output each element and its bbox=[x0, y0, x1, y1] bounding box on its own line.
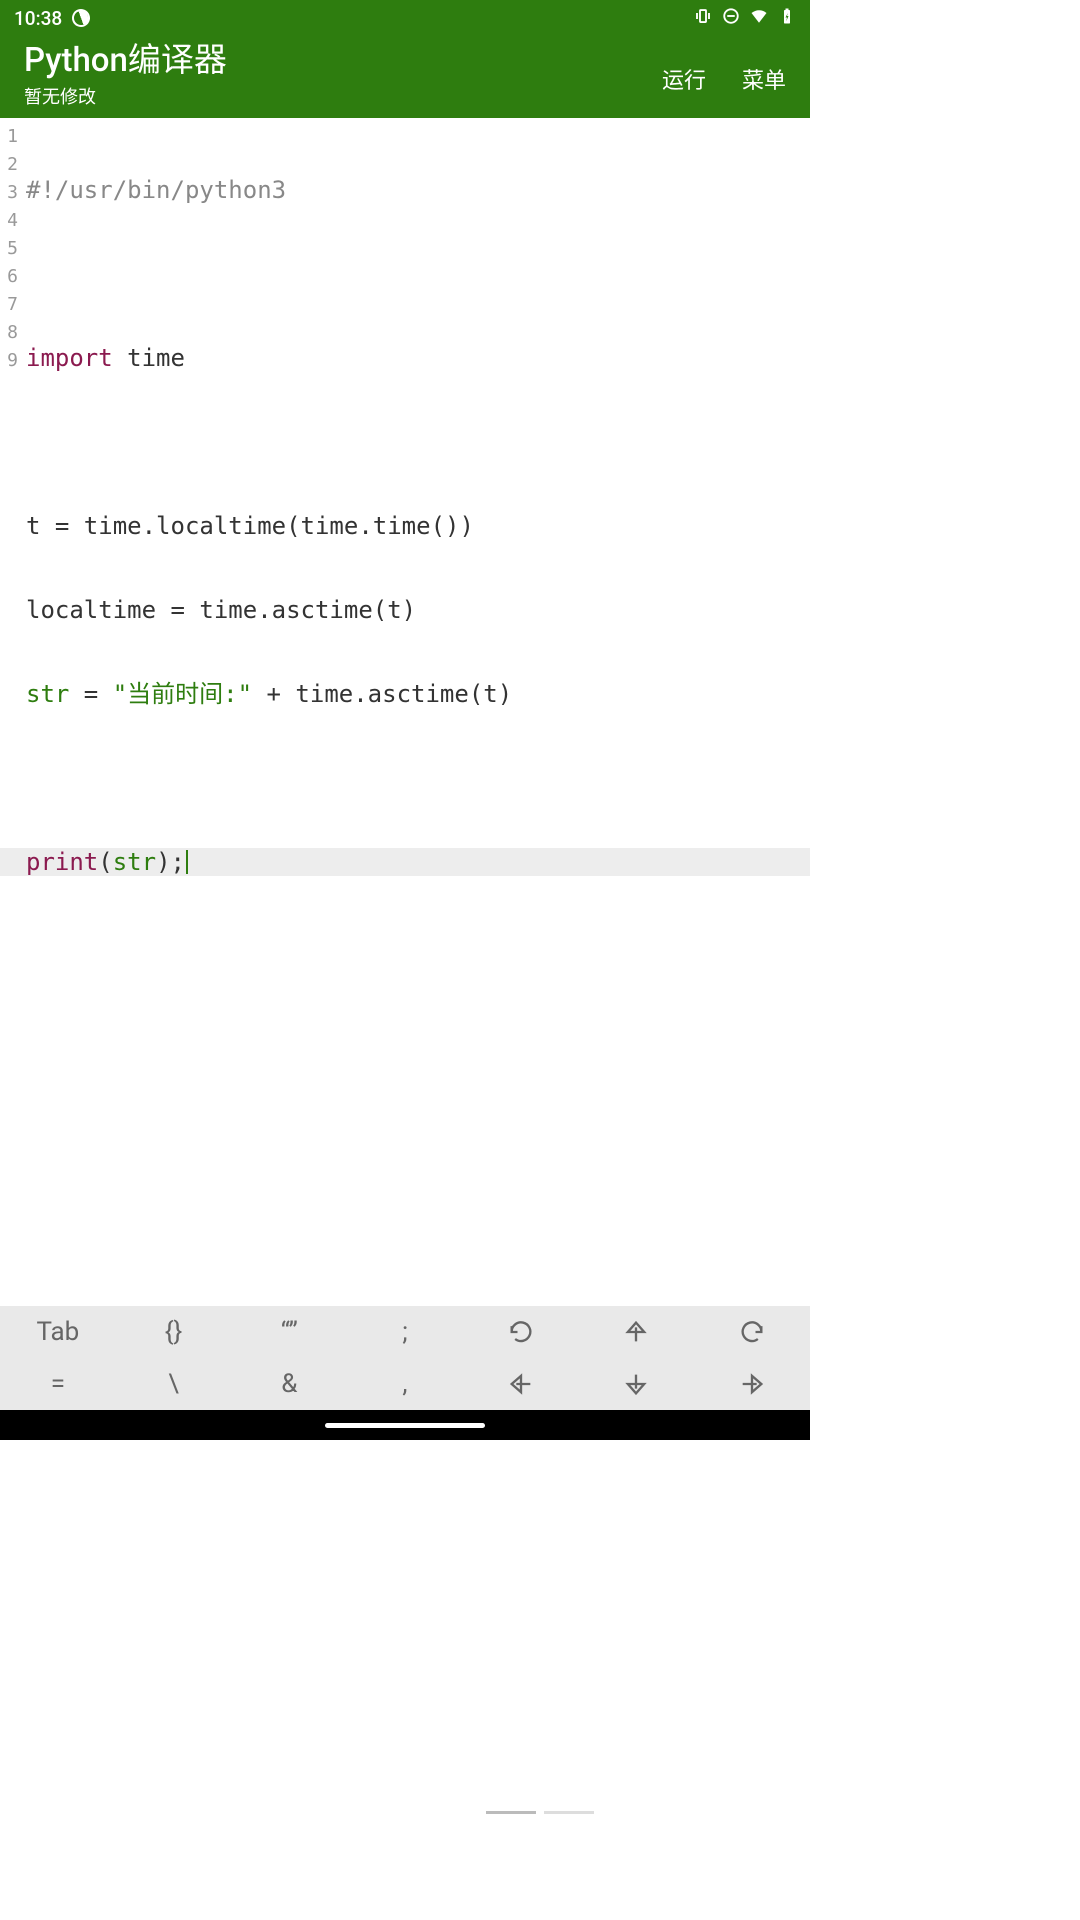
key-redo[interactable] bbox=[694, 1306, 810, 1358]
key-up[interactable] bbox=[579, 1306, 695, 1358]
status-time: 10:38 bbox=[14, 7, 62, 30]
key-braces[interactable]: {} bbox=[116, 1306, 232, 1358]
key-down[interactable] bbox=[579, 1358, 695, 1410]
run-button[interactable]: 运行 bbox=[662, 63, 706, 95]
system-navbar[interactable] bbox=[0, 1410, 810, 1440]
toolbar-scroll-indicator bbox=[0, 1811, 1080, 1814]
text-cursor bbox=[186, 850, 188, 874]
key-undo[interactable] bbox=[463, 1306, 579, 1358]
vibrate-icon bbox=[694, 7, 712, 30]
key-equals[interactable]: = bbox=[0, 1358, 116, 1410]
wifi-icon bbox=[750, 7, 768, 30]
app-header: Python编译器 暂无修改 运行 菜单 bbox=[0, 36, 810, 118]
app-title: Python编译器 bbox=[24, 41, 662, 81]
battery-icon bbox=[778, 7, 796, 30]
code-area[interactable]: #!/usr/bin/python3 import time t = time.… bbox=[22, 120, 810, 1306]
key-tab[interactable]: Tab bbox=[0, 1306, 116, 1358]
key-right[interactable] bbox=[694, 1358, 810, 1410]
dnd-icon bbox=[722, 7, 740, 30]
line-gutter: 1 2 3 4 5 6 7 8 9 bbox=[0, 120, 22, 1306]
key-semicolon[interactable]: ; bbox=[347, 1306, 463, 1358]
nav-home-pill[interactable] bbox=[325, 1423, 485, 1428]
status-bar: 10:38 bbox=[0, 0, 810, 36]
key-comma[interactable]: , bbox=[347, 1358, 463, 1410]
app-subtitle: 暂无修改 bbox=[24, 83, 662, 109]
key-left[interactable] bbox=[463, 1358, 579, 1410]
status-app-icon bbox=[70, 6, 93, 29]
key-quotes[interactable]: “” bbox=[231, 1306, 347, 1358]
key-backslash[interactable]: \ bbox=[116, 1358, 232, 1410]
key-ampersand[interactable]: & bbox=[231, 1358, 347, 1410]
menu-button[interactable]: 菜单 bbox=[742, 63, 786, 95]
symbol-toolbar: Tab {} “” ; = \ & , bbox=[0, 1306, 810, 1410]
code-editor[interactable]: 1 2 3 4 5 6 7 8 9 #!/usr/bin/python3 imp… bbox=[0, 118, 810, 1306]
